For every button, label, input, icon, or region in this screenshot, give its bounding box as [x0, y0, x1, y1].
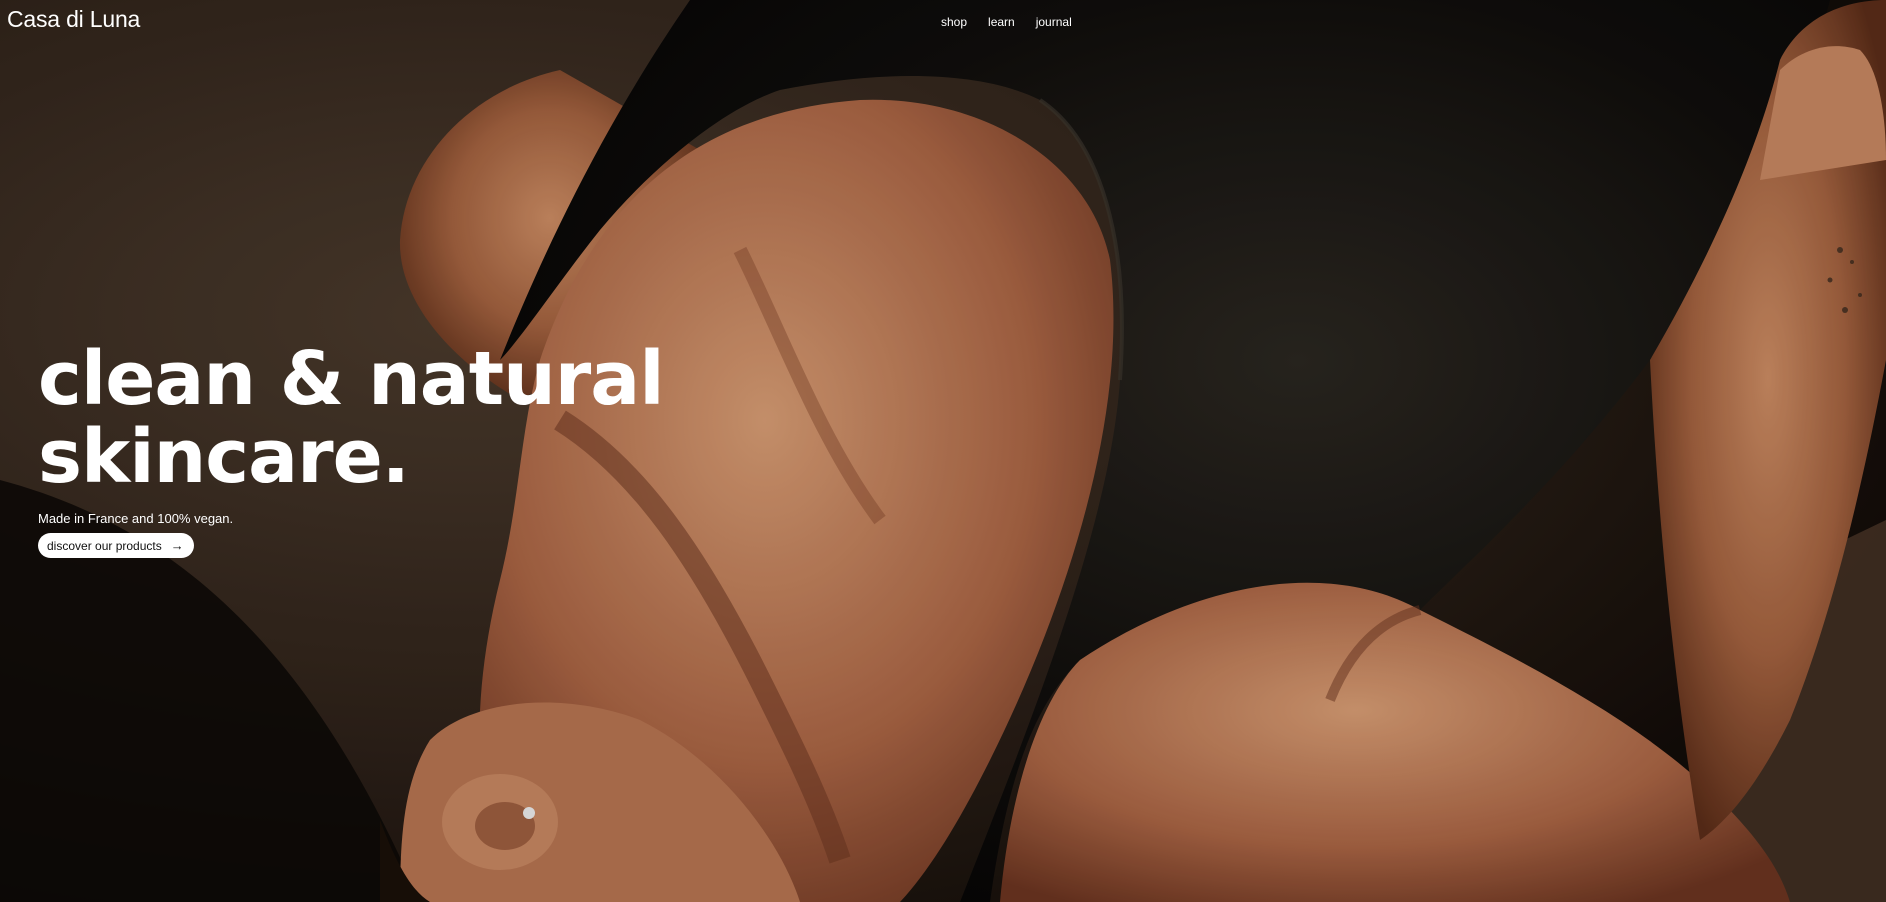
brand-logo[interactable]: Casa di Luna	[7, 6, 140, 33]
hero-headline: clean & natural skincare.	[38, 336, 665, 500]
arrow-right-icon: →	[170, 538, 184, 553]
site-header: Casa di Luna shop learn journal	[0, 0, 1886, 44]
discover-products-button[interactable]: discover our products →	[38, 533, 194, 558]
nav-item-journal[interactable]: journal	[1036, 15, 1072, 29]
hero-subtitle: Made in France and 100% vegan.	[38, 511, 234, 526]
discover-products-label: discover our products	[47, 538, 162, 553]
hero-headline-line-2: skincare.	[38, 414, 410, 500]
hero-content: clean & natural skincare. Made in France…	[38, 336, 665, 558]
nav-item-shop[interactable]: shop	[941, 15, 967, 29]
nav-item-learn[interactable]: learn	[988, 15, 1015, 29]
main-nav: shop learn journal	[941, 15, 1072, 29]
hero-headline-line-1: clean & natural	[38, 336, 665, 422]
